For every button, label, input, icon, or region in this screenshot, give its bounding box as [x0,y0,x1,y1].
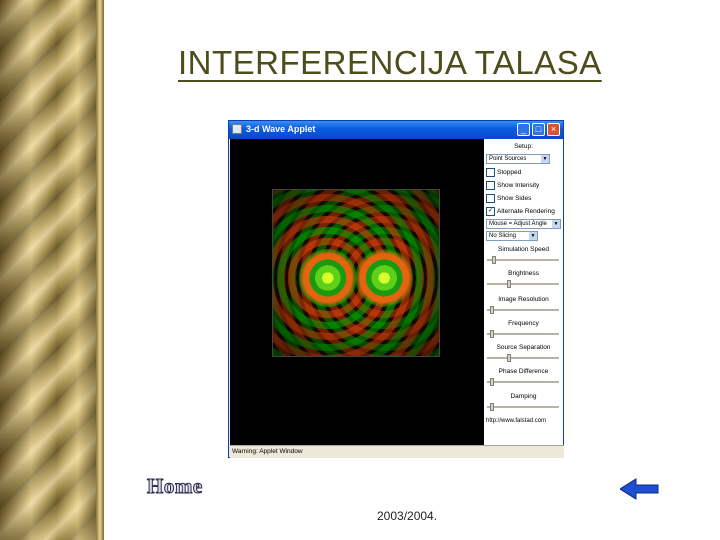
slicing-value: No Slicing [489,233,517,239]
applet-window: 3-d Wave Applet _ □ × Setup: Point Sourc… [228,120,564,458]
slider-label: Simulation Speed [498,246,549,253]
alternate-rendering-checkbox[interactable]: ✓ Alternate Rendering [486,207,555,216]
brightness-slider[interactable] [487,280,559,288]
source-separation-slider[interactable] [487,354,559,362]
window-title: 3-d Wave Applet [246,124,316,134]
setup-select-value: Point Sources [489,156,527,162]
minimize-button[interactable]: _ [517,123,530,136]
mouse-mode-select[interactable]: Mouse = Adjust Angle ▼ [486,219,561,229]
frequency-slider[interactable] [487,330,559,338]
slicing-select[interactable]: No Slicing ▼ [486,231,538,241]
chevron-down-icon: ▼ [529,232,537,240]
checkbox-box [486,168,495,177]
checkbox-label: Alternate Rendering [497,208,555,216]
show-intensity-checkbox[interactable]: Show Intensity [486,181,539,190]
slider-thumb[interactable] [492,256,496,264]
slider-label: Frequency [508,320,539,327]
stopped-checkbox[interactable]: Stopped [486,168,521,177]
chevron-down-icon: ▼ [541,155,549,163]
checkbox-box [486,181,495,190]
slider-thumb[interactable] [490,403,494,411]
show-sides-checkbox[interactable]: Show Sides [486,194,531,203]
chevron-down-icon: ▼ [552,220,560,228]
close-button[interactable]: × [547,123,560,136]
window-titlebar[interactable]: 3-d Wave Applet _ □ × [229,121,563,139]
checkbox-box-checked: ✓ [486,207,495,216]
decorative-pillar [0,0,104,540]
decorative-pillar-edge [96,0,104,540]
setup-label: Setup: [514,143,533,150]
slider-label: Source Separation [496,344,551,351]
simulation-speed-slider[interactable] [487,256,559,264]
checkbox-label: Show Sides [497,195,532,203]
left-arrow-icon[interactable] [620,478,660,500]
slider-thumb[interactable] [490,330,494,338]
mouse-mode-value: Mouse = Adjust Angle [489,221,547,227]
checkbox-label: Show Intensity [497,182,540,190]
slider-label: Phase Difference [498,368,549,375]
slider-thumb[interactable] [490,306,494,314]
checkbox-label: Stopped [497,169,522,177]
setup-select[interactable]: Point Sources ▼ [486,154,550,164]
interference-pattern[interactable] [272,189,440,357]
falstad-link[interactable]: http://www.falstad.com [486,418,546,424]
applet-warning-status: Warning: Applet Window [230,445,564,458]
slider-thumb[interactable] [507,354,511,362]
slider-thumb[interactable] [507,280,511,288]
phase-difference-slider[interactable] [487,378,559,386]
slider-label: Brightness [508,270,539,277]
simulation-canvas[interactable] [230,139,484,445]
slider-thumb[interactable] [490,378,494,386]
control-panel: Setup: Point Sources ▼ Stopped Show Inte… [484,139,563,445]
applet-window-icon [232,124,242,134]
home-button[interactable]: Home [147,474,203,499]
maximize-button[interactable]: □ [532,123,545,136]
slide-title: INTERFERENCIJA TALASA [178,44,602,81]
checkbox-box [486,194,495,203]
slider-label: Damping [510,393,537,400]
footer-year: 2003/2004. [377,509,438,523]
slider-label: Image Resolution [498,296,549,303]
damping-slider[interactable] [487,403,559,411]
image-resolution-slider[interactable] [487,306,559,314]
